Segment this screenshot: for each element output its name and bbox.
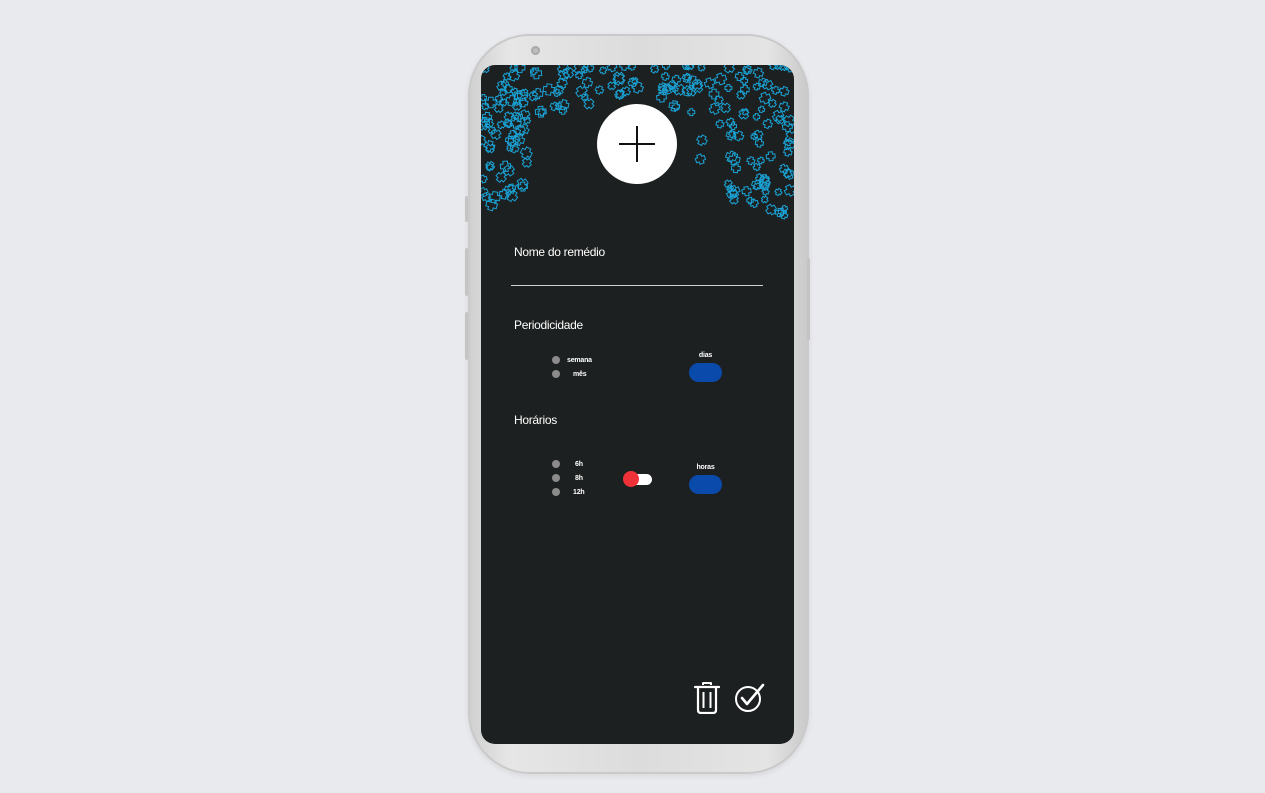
pattern-plus-shape [581, 76, 594, 89]
pattern-plus-shape [724, 84, 733, 92]
days-caption: dias [698, 352, 713, 359]
radio-button[interactable] [552, 370, 560, 378]
pattern-plus-shape [783, 168, 794, 181]
schedule-option-6h[interactable]: 6h [552, 460, 583, 468]
pattern-plus-shape [696, 134, 708, 147]
pattern-plus-shape [495, 171, 507, 183]
pattern-plus-shape [778, 85, 790, 97]
pattern-plus-shape [521, 157, 533, 168]
pattern-plus-shape [502, 164, 516, 177]
pattern-plus-shape [481, 186, 489, 198]
pattern-plus-shape [774, 187, 783, 197]
hours-caption: horas [696, 464, 715, 471]
delete-button[interactable] [693, 682, 721, 719]
radio-button[interactable] [552, 460, 560, 468]
trash-icon [693, 682, 721, 715]
pattern-plus-shape [583, 98, 595, 110]
pattern-plus-shape [770, 85, 781, 96]
pattern-plus-shape [752, 162, 762, 172]
pattern-plus-shape [754, 138, 765, 148]
schedule-option-8h[interactable]: 8h [552, 474, 583, 482]
pattern-plus-shape [627, 65, 637, 71]
pattern-plus-shape [703, 77, 716, 90]
pattern-plus-shape [493, 102, 504, 114]
pattern-plus-shape [649, 65, 660, 74]
pattern-plus-shape [612, 71, 626, 85]
pattern-plus-shape [606, 65, 618, 73]
radio-label: 6h [575, 460, 583, 468]
pattern-plus-shape [528, 91, 539, 102]
phone-power-button [807, 258, 810, 340]
medicine-name-input[interactable] [511, 267, 763, 286]
pattern-plus-shape [594, 85, 605, 95]
pattern-plus-shape [481, 65, 490, 74]
pattern-plus-shape [756, 156, 765, 165]
hours-input[interactable] [689, 475, 722, 494]
pattern-plus-shape [519, 146, 533, 160]
add-photo-button[interactable] [597, 104, 677, 184]
radio-label: 12h [573, 488, 585, 496]
pattern-plus-shape [752, 82, 761, 91]
pattern-plus-shape [768, 65, 779, 71]
radio-button[interactable] [552, 356, 560, 364]
pattern-plus-shape [549, 101, 560, 112]
days-input[interactable] [689, 363, 722, 382]
confirm-button[interactable] [734, 682, 766, 719]
phone-volume-down [465, 312, 468, 360]
check-circle-icon [735, 683, 765, 712]
pattern-plus-shape [708, 88, 720, 100]
pattern-plus-shape [783, 183, 794, 197]
pattern-plus-shape [598, 66, 608, 75]
plus-icon [619, 126, 655, 162]
medicine-name-label: Nome do remédio [514, 245, 605, 259]
pattern-plus-shape [694, 153, 707, 165]
radio-label: semana [567, 356, 592, 364]
pattern-plus-shape [782, 147, 793, 157]
radio-label: mês [573, 370, 587, 378]
pattern-plus-shape [697, 65, 706, 72]
pattern-plus-shape [752, 112, 761, 121]
toggle-knob [623, 471, 639, 487]
pattern-plus-shape [757, 105, 766, 114]
schedule-toggle[interactable] [623, 471, 654, 487]
pattern-plus-shape [714, 72, 728, 86]
pattern-plus-shape [734, 71, 745, 82]
pattern-plus-shape [746, 156, 756, 166]
phone-side-button [465, 196, 468, 222]
pattern-plus-shape [723, 65, 736, 74]
pattern-plus-shape [715, 119, 725, 129]
pattern-plus-shape [782, 137, 794, 151]
radio-button[interactable] [552, 488, 560, 496]
pattern-plus-shape [778, 101, 790, 113]
schedule-label: Horários [514, 413, 557, 427]
pattern-plus-shape [660, 71, 670, 82]
app-screen: Nome do remédio Periodicidade semana mês… [481, 65, 794, 744]
radio-label: 8h [575, 474, 583, 482]
radio-button[interactable] [552, 474, 560, 482]
periodicity-option-week[interactable]: semana [552, 356, 592, 364]
periodicity-option-month[interactable]: mês [552, 370, 587, 378]
pattern-plus-shape [752, 67, 765, 79]
periodicity-label: Periodicidade [514, 318, 583, 332]
pattern-plus-shape [782, 167, 793, 179]
pattern-plus-shape [557, 99, 570, 111]
phone-volume-up [465, 248, 468, 296]
pattern-plus-shape [758, 91, 772, 105]
pattern-plus-shape [661, 65, 671, 70]
pattern-plus-shape [765, 151, 776, 162]
pattern-plus-shape [760, 195, 769, 204]
pattern-plus-shape [781, 121, 794, 133]
pattern-plus-shape [762, 118, 774, 130]
pattern-plus-shape [687, 108, 696, 117]
pattern-plus-shape [671, 74, 682, 85]
pattern-plus-shape [481, 174, 488, 184]
schedule-option-12h[interactable]: 12h [552, 488, 585, 496]
pattern-plus-shape [741, 185, 752, 197]
phone-camera [531, 46, 540, 55]
